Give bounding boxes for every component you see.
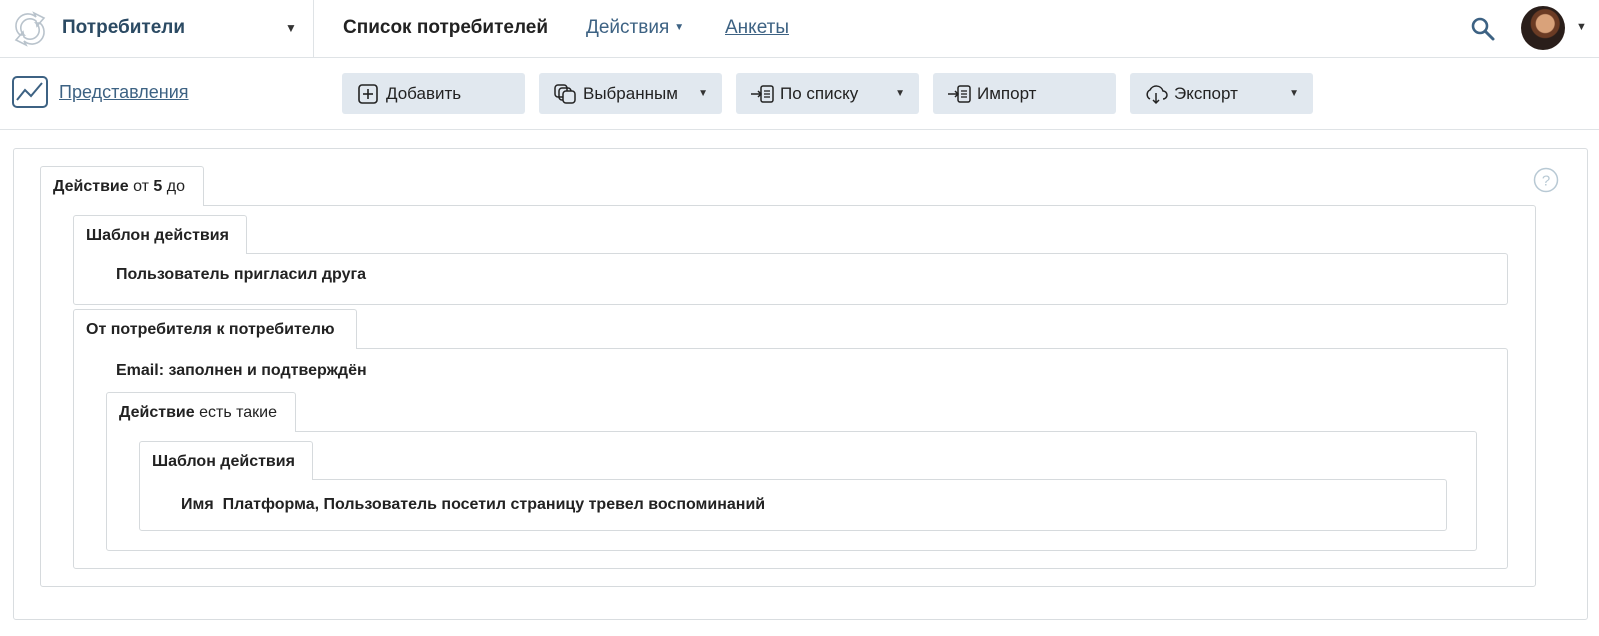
inner-action-tab-title: Действие <box>119 404 195 421</box>
top-header: Потребители ▼ Список потребителей Действ… <box>0 0 1599 58</box>
app-logo-icon[interactable] <box>12 9 48 49</box>
plus-square-icon <box>358 83 378 104</box>
search-icon[interactable] <box>1470 16 1496 42</box>
action-tab-title: Действие <box>53 178 129 195</box>
action-tab-from: от <box>133 178 149 195</box>
chevron-down-icon: ▼ <box>895 88 905 99</box>
divider <box>313 0 314 58</box>
inner-template-tab[interactable]: Шаблон действия <box>139 441 313 480</box>
chart-views-icon[interactable] <box>12 76 48 108</box>
inner-template-tab-title: Шаблон действия <box>152 453 295 470</box>
chevron-down-icon: ▼ <box>698 88 708 99</box>
export-button-label: Экспорт <box>1174 83 1238 103</box>
views-link[interactable]: Представления <box>59 82 189 103</box>
help-icon[interactable]: ? <box>1533 167 1559 193</box>
action-tab-count: 5 <box>153 178 163 195</box>
cloud-download-icon <box>1146 84 1168 104</box>
template-tab[interactable]: Шаблон действия <box>73 215 247 254</box>
export-button[interactable]: Экспорт ▼ <box>1130 73 1313 114</box>
by-list-button[interactable]: По списку ▼ <box>736 73 919 114</box>
relation-tab[interactable]: От потребителя к потребителю <box>73 309 357 349</box>
import-button[interactable]: Импорт <box>933 73 1116 114</box>
inner-name-label: Имя <box>181 496 214 513</box>
template-value: Пользователь пригласил друга <box>116 266 367 283</box>
import-icon <box>948 84 971 103</box>
chevron-down-icon: ▼ <box>1289 88 1299 99</box>
forms-link[interactable]: Анкеты <box>725 17 789 39</box>
template-tab-title: Шаблон действия <box>86 227 229 244</box>
selected-button-label: Выбранным <box>583 83 678 103</box>
user-menu-chevron-icon[interactable]: ▼ <box>1576 21 1587 33</box>
actions-menu[interactable]: Действия ▼ <box>586 17 684 39</box>
by-list-button-label: По списку <box>780 83 859 103</box>
import-button-label: Импорт <box>977 83 1037 103</box>
avatar[interactable] <box>1521 6 1565 50</box>
relation-tab-title: От потребителя к потребителю <box>86 321 335 338</box>
list-import-icon <box>751 84 774 103</box>
actions-menu-label: Действия <box>586 17 670 38</box>
inner-name-value: Платформа, Пользователь посетил страницу… <box>222 496 766 513</box>
inner-action-tab[interactable]: Действие есть такие <box>106 392 296 432</box>
inner-name-row: Имя Платформа, Пользователь посетил стра… <box>181 496 765 514</box>
inner-action-tab-rest: есть такие <box>199 404 277 421</box>
action-condition-tab[interactable]: Действие от 5 до <box>40 166 204 206</box>
section-dropdown-icon[interactable]: ▼ <box>285 21 297 35</box>
email-condition: Email: заполнен и подтверждён <box>116 362 367 379</box>
add-button[interactable]: Добавить <box>342 73 525 114</box>
action-tab-to: до <box>166 178 186 195</box>
chevron-down-icon: ▼ <box>674 22 685 33</box>
svg-text:?: ? <box>1542 173 1550 190</box>
page-title: Список потребителей <box>343 17 549 38</box>
selected-button[interactable]: Выбранным ▼ <box>539 73 722 114</box>
toolbar: Представления Добавить Выбранным ▼ По сп… <box>0 58 1599 130</box>
add-button-label: Добавить <box>386 83 462 103</box>
section-name[interactable]: Потребители <box>62 17 185 39</box>
layers-icon <box>554 83 576 104</box>
